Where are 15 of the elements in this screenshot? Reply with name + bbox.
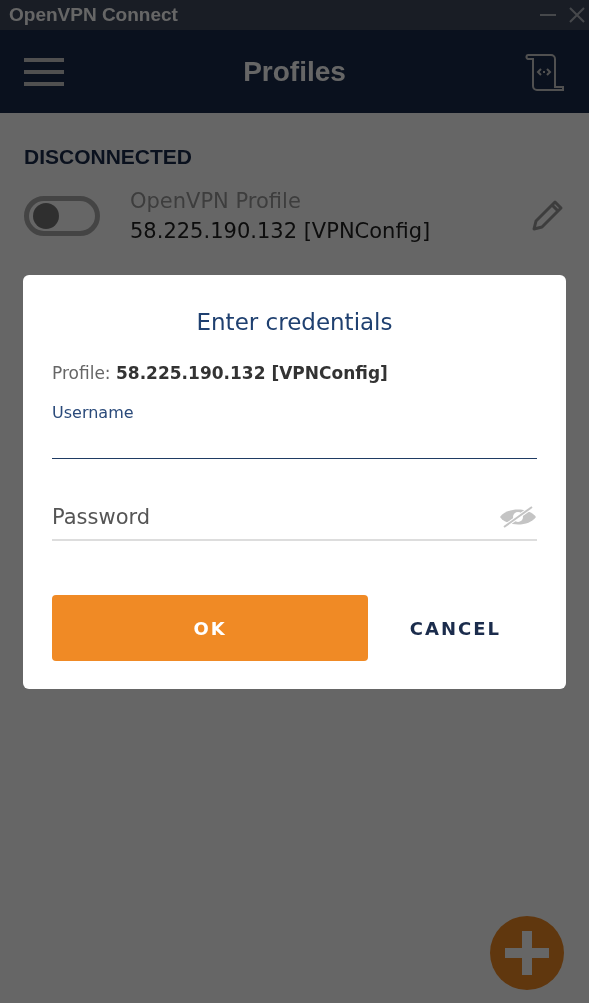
profile-toggle[interactable] <box>24 196 100 236</box>
page-title: Profiles <box>243 55 346 88</box>
connection-status: DISCONNECTED <box>24 145 193 169</box>
dialog-title: Enter credentials <box>195 309 394 335</box>
username-field[interactable]: Username <box>52 403 537 459</box>
add-profile-button[interactable] <box>489 915 565 991</box>
profile-address: 58.225.190.132 [VPNConfig] <box>130 219 432 243</box>
window-title: OpenVPN Connect <box>9 4 178 26</box>
eye-slash-icon[interactable] <box>499 506 537 528</box>
cancel-button[interactable]: CANCEL <box>401 609 509 647</box>
menu-icon[interactable] <box>24 57 64 86</box>
profile-label: Profile: <box>52 363 111 383</box>
profile-value: 58.225.190.132 [VPNConfig] <box>116 363 388 383</box>
import-file-icon[interactable] <box>525 51 565 92</box>
close-icon[interactable] <box>569 7 585 23</box>
